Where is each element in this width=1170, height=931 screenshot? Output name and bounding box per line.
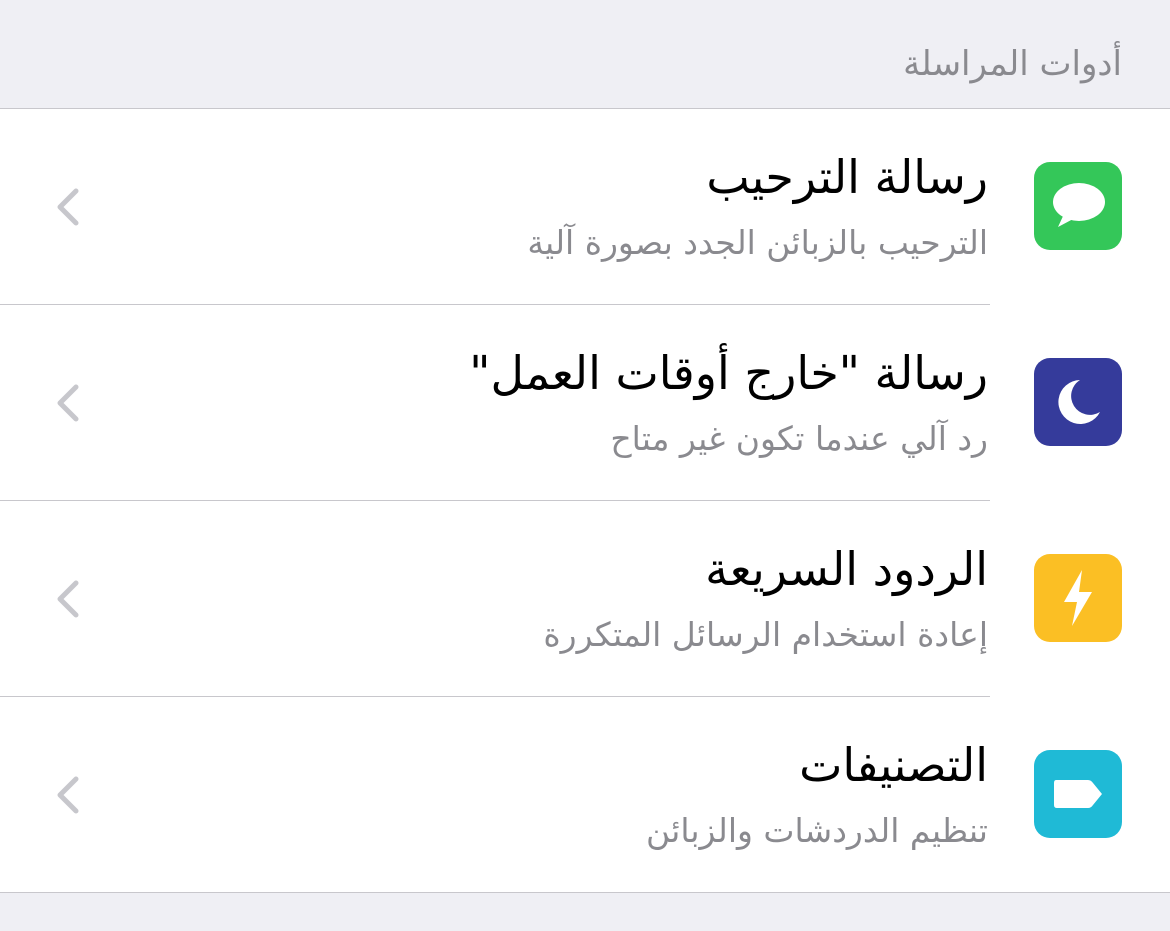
greeting-message-row[interactable]: رسالة الترحيب الترحيب بالزبائن الجدد بصو… xyxy=(0,109,1170,305)
section-header: أدوات المراسلة xyxy=(0,0,1170,109)
away-message-row[interactable]: رسالة "خارج أوقات العمل" رد آلي عندما تك… xyxy=(0,305,1170,501)
labels-subtitle: تنظيم الدردشات والزبائن xyxy=(646,811,988,850)
greeting-icon-tile xyxy=(1034,162,1122,250)
messaging-tools-screen: أدوات المراسلة رسالة الترحيب الترحيب بال… xyxy=(0,0,1170,931)
chat-bubble-icon xyxy=(1053,183,1105,227)
away-title: رسالة "خارج أوقات العمل" xyxy=(469,346,988,400)
labels-icon-tile xyxy=(1034,750,1122,838)
quick-replies-icon-tile xyxy=(1034,554,1122,642)
away-subtitle: رد آلي عندما تكون غير متاح xyxy=(610,419,988,458)
greeting-title: رسالة الترحيب xyxy=(706,150,988,204)
labels-title: التصنيفات xyxy=(799,738,988,792)
lightning-icon xyxy=(1064,570,1092,626)
quick-replies-row[interactable]: الردود السريعة إعادة استخدام الرسائل الم… xyxy=(0,501,1170,697)
chevron-left-icon xyxy=(57,384,79,422)
moon-icon xyxy=(1058,380,1100,424)
chevron-left-icon xyxy=(57,580,79,618)
chevron-left-icon xyxy=(57,776,79,814)
label-tag-icon xyxy=(1054,780,1102,808)
quick-replies-title: الردود السريعة xyxy=(705,542,988,596)
messaging-tools-list: رسالة الترحيب الترحيب بالزبائن الجدد بصو… xyxy=(0,109,1170,893)
quick-replies-subtitle: إعادة استخدام الرسائل المتكررة xyxy=(543,615,988,654)
section-title: أدوات المراسلة xyxy=(903,44,1122,84)
greeting-subtitle: الترحيب بالزبائن الجدد بصورة آلية xyxy=(527,223,988,262)
away-icon-tile xyxy=(1034,358,1122,446)
labels-row[interactable]: التصنيفات تنظيم الدردشات والزبائن xyxy=(0,697,1170,893)
chevron-left-icon xyxy=(57,188,79,226)
